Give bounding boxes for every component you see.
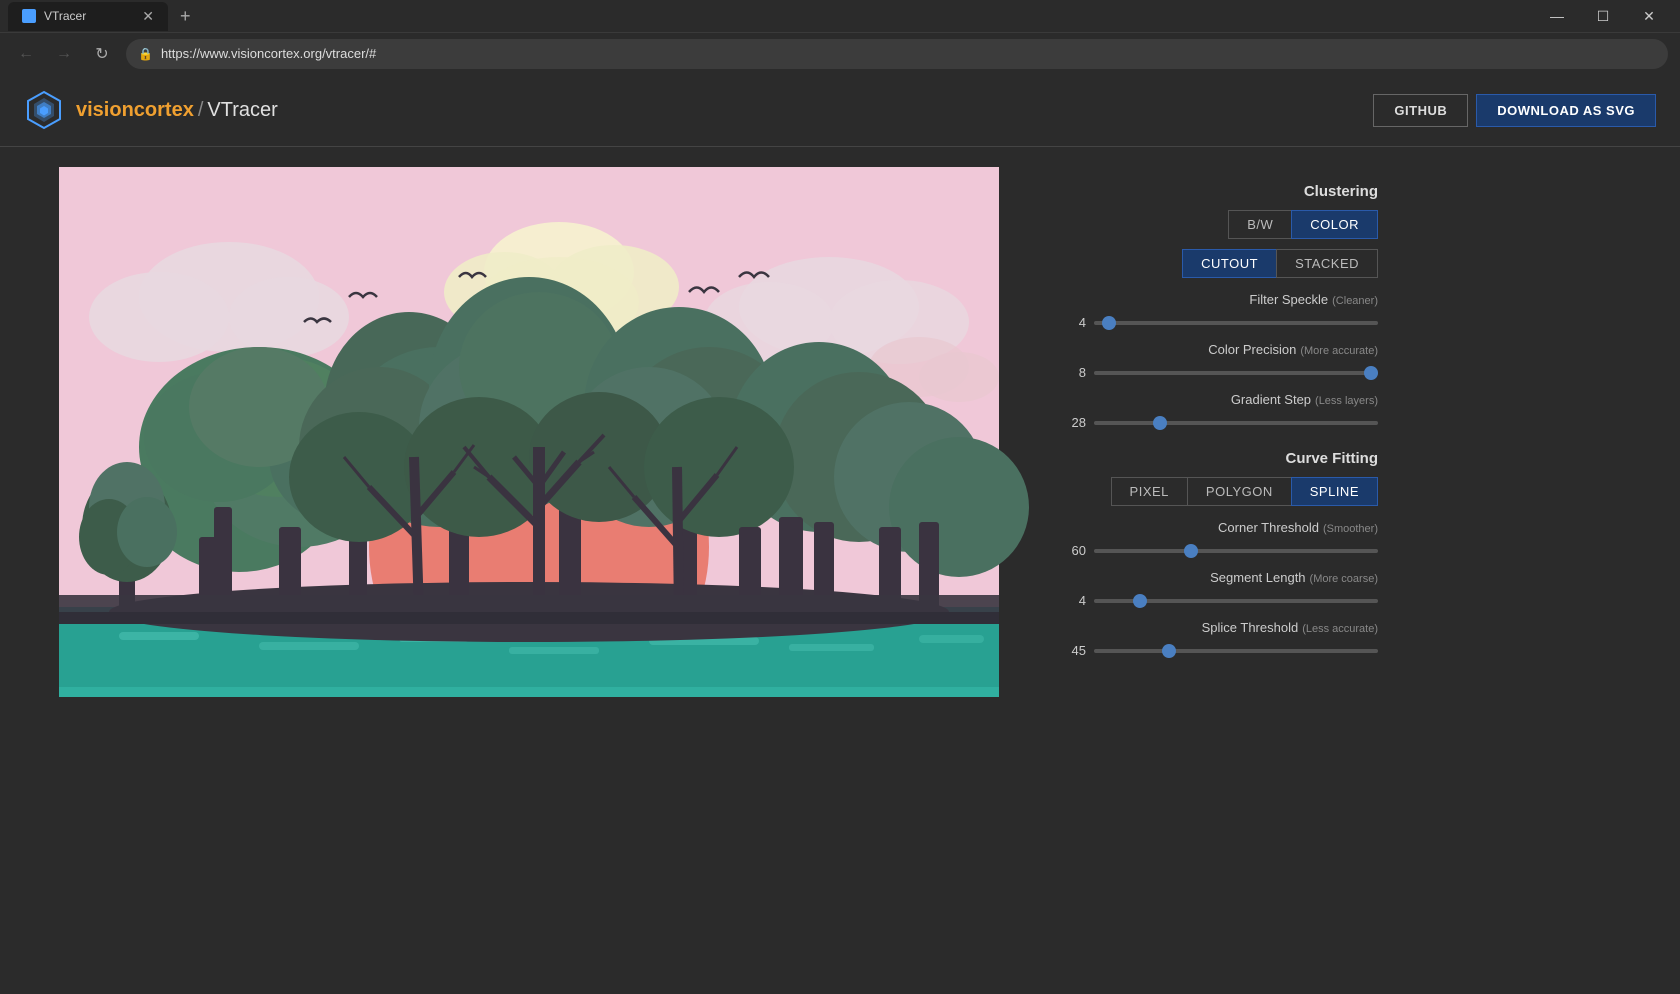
tab-favicon — [22, 9, 36, 23]
url-text: https://www.visioncortex.org/vtracer/# — [161, 46, 376, 61]
forward-button[interactable]: → — [50, 40, 78, 68]
gradient-step-slider-row: 28 — [1058, 415, 1378, 430]
gradient-step-label-row: Gradient Step (Less layers) — [1058, 392, 1378, 407]
color-button[interactable]: COLOR — [1291, 210, 1378, 239]
corner-threshold-label-row: Corner Threshold (Smoother) — [1058, 520, 1378, 535]
minimize-button[interactable]: — — [1534, 0, 1580, 32]
app-name: VTracer — [207, 99, 277, 121]
splice-threshold-slider[interactable] — [1094, 649, 1378, 653]
corner-threshold-sub: (Smoother) — [1323, 523, 1378, 535]
main-layout: Clustering B/W COLOR CUTOUT STACKED Filt… — [0, 147, 1680, 994]
brand-name: visioncortex — [76, 99, 194, 121]
filter-speckle-slider[interactable] — [1094, 321, 1378, 325]
gradient-step-slider[interactable] — [1094, 421, 1378, 425]
color-precision-value: 8 — [1058, 365, 1086, 380]
app-header: visioncortex/VTracer GITHUB DOWNLOAD AS … — [0, 74, 1680, 147]
segment-length-sub: (More coarse) — [1310, 573, 1378, 585]
traced-image — [24, 167, 1034, 697]
clustering-title: Clustering — [1058, 183, 1378, 200]
gradient-step-value: 28 — [1058, 415, 1086, 430]
color-precision-sub: (More accurate) — [1300, 345, 1378, 357]
splice-threshold-slider-row: 45 — [1058, 643, 1378, 658]
image-container — [24, 167, 1034, 975]
segment-length-slider-row: 4 — [1058, 593, 1378, 608]
filter-speckle-label-row: Filter Speckle (Cleaner) — [1058, 292, 1378, 307]
logo-icon — [24, 90, 64, 130]
new-tab-button[interactable]: + — [176, 6, 195, 27]
color-precision-slider[interactable] — [1094, 371, 1378, 375]
slash: / — [198, 99, 204, 121]
curve-fitting-title: Curve Fitting — [1058, 450, 1378, 467]
app-container: visioncortex/VTracer GITHUB DOWNLOAD AS … — [0, 74, 1680, 994]
corner-threshold-label: Corner Threshold — [1218, 520, 1319, 535]
address-bar[interactable]: 🔒 https://www.visioncortex.org/vtracer/# — [126, 39, 1668, 69]
refresh-button[interactable]: ↻ — [88, 40, 116, 68]
splice-threshold-label-row: Splice Threshold (Less accurate) — [1058, 620, 1378, 635]
corner-threshold-value: 60 — [1058, 543, 1086, 558]
bw-color-group: B/W COLOR — [1058, 210, 1378, 239]
filter-speckle-label: Filter Speckle — [1249, 292, 1328, 307]
cutout-stacked-group: CUTOUT STACKED — [1058, 249, 1378, 278]
pixel-button[interactable]: PIXEL — [1111, 477, 1187, 506]
maximize-button[interactable]: ☐ — [1580, 0, 1626, 32]
window-controls: — ☐ ✕ — [1534, 0, 1672, 32]
color-precision-slider-row: 8 — [1058, 365, 1378, 380]
logo-area: visioncortex/VTracer — [24, 90, 278, 130]
segment-length-slider[interactable] — [1094, 599, 1378, 603]
back-button[interactable]: ← — [12, 40, 40, 68]
spline-button[interactable]: SPLINE — [1291, 477, 1378, 506]
segment-length-label: Segment Length — [1210, 570, 1305, 585]
color-precision-label: Color Precision — [1208, 342, 1296, 357]
curve-fitting-group: PIXEL POLYGON SPLINE — [1058, 477, 1378, 506]
cutout-button[interactable]: CUTOUT — [1182, 249, 1276, 278]
header-actions: GITHUB DOWNLOAD AS SVG — [1373, 94, 1656, 127]
splice-threshold-label: Splice Threshold — [1202, 620, 1299, 635]
browser-titlebar: VTracer ✕ + — ☐ ✕ — [0, 0, 1680, 32]
filter-speckle-slider-row: 4 — [1058, 315, 1378, 330]
segment-length-value: 4 — [1058, 593, 1086, 608]
bw-button[interactable]: B/W — [1228, 210, 1291, 239]
gradient-step-sub: (Less layers) — [1315, 395, 1378, 407]
filter-speckle-value: 4 — [1058, 315, 1086, 330]
stacked-button[interactable]: STACKED — [1276, 249, 1378, 278]
lock-icon: 🔒 — [138, 47, 153, 61]
splice-threshold-value: 45 — [1058, 643, 1086, 658]
gradient-step-label: Gradient Step — [1231, 392, 1311, 407]
download-svg-button[interactable]: DOWNLOAD AS SVG — [1476, 94, 1656, 127]
color-precision-label-row: Color Precision (More accurate) — [1058, 342, 1378, 357]
tab-close-button[interactable]: ✕ — [142, 8, 154, 25]
tab-label: VTracer — [44, 9, 86, 23]
logo-text: visioncortex/VTracer — [76, 99, 278, 122]
splice-threshold-sub: (Less accurate) — [1302, 623, 1378, 635]
corner-threshold-slider[interactable] — [1094, 549, 1378, 553]
corner-threshold-slider-row: 60 — [1058, 543, 1378, 558]
close-button[interactable]: ✕ — [1626, 0, 1672, 32]
controls-panel: Clustering B/W COLOR CUTOUT STACKED Filt… — [1058, 167, 1378, 975]
filter-speckle-sub: (Cleaner) — [1332, 295, 1378, 307]
segment-length-label-row: Segment Length (More coarse) — [1058, 570, 1378, 585]
github-button[interactable]: GITHUB — [1373, 94, 1468, 127]
polygon-button[interactable]: POLYGON — [1187, 477, 1291, 506]
illustration-svg — [24, 167, 1034, 697]
browser-addressbar: ← → ↻ 🔒 https://www.visioncortex.org/vtr… — [0, 32, 1680, 74]
browser-tab[interactable]: VTracer ✕ — [8, 2, 168, 31]
